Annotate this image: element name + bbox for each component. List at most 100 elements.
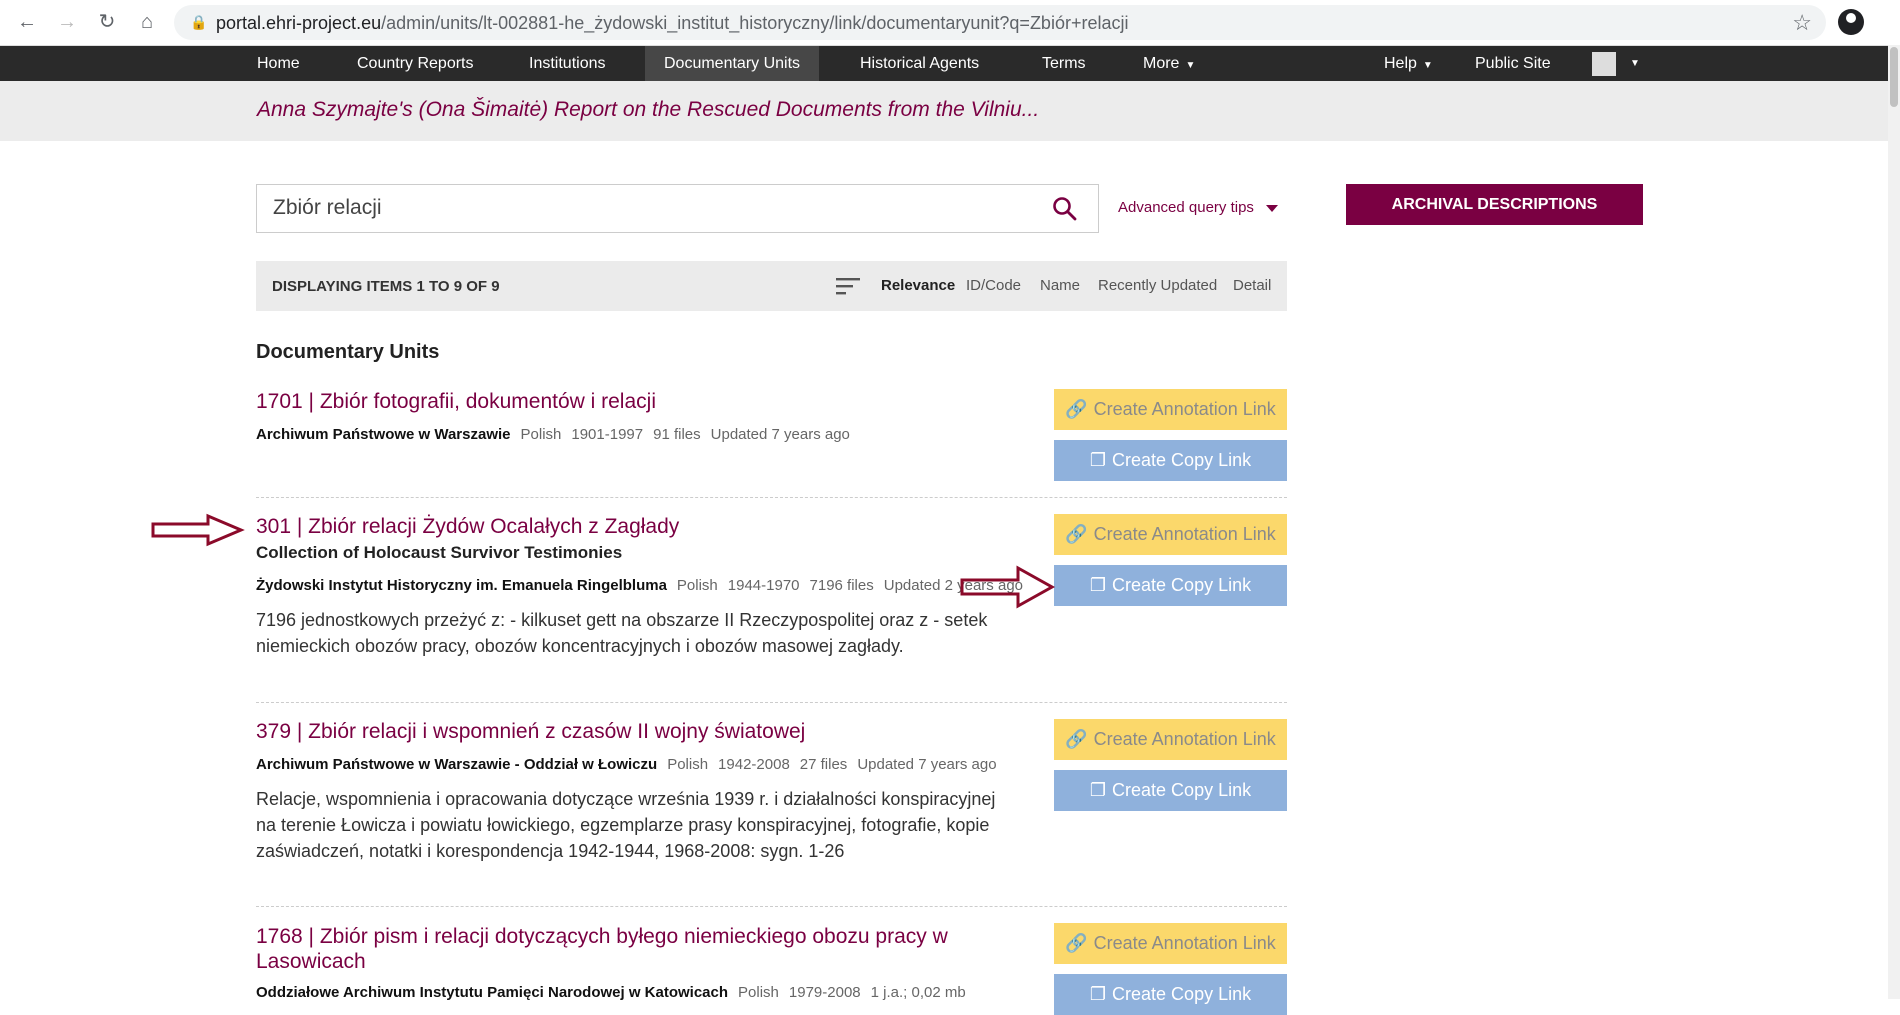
dates: 1979-2008	[788, 984, 861, 1001]
result-title-379[interactable]: 379 | Zbiór relacji i wspomnień z czasów…	[256, 719, 805, 744]
caret-down-icon	[1265, 204, 1278, 212]
create-copy-link-button[interactable]: ❐ Create Copy Link	[1054, 974, 1287, 1015]
language: Polish	[520, 426, 562, 443]
copy-button-label: Create Copy Link	[1112, 575, 1252, 595]
language: Polish	[667, 756, 709, 773]
top-navbar: Home Country Reports Institutions Docume…	[0, 46, 1888, 81]
divider	[256, 906, 1287, 907]
annotation-button-label: Create Annotation Link	[1093, 729, 1276, 749]
advanced-query-tips-label: Advanced query tips	[1118, 199, 1254, 216]
result-description: Relacje, wspomnienia i opracowania dotyc…	[256, 789, 996, 861]
user-avatar[interactable]	[1592, 52, 1616, 76]
institution-link[interactable]: Żydowski Instytut Historyczny im. Emanue…	[256, 577, 667, 594]
copy-button-label: Create Copy Link	[1112, 984, 1252, 1004]
language: Polish	[738, 984, 779, 1001]
link-icon: 🔗	[1065, 524, 1088, 544]
profile-icon[interactable]	[1838, 9, 1864, 35]
bookmark-star-icon[interactable]: ☆	[1792, 10, 1812, 36]
result-meta: Żydowski Instytut Historyczny im. Emanue…	[256, 577, 1033, 594]
back-icon[interactable]: ←	[14, 9, 40, 35]
search-box	[256, 184, 1099, 233]
divider	[256, 497, 1287, 498]
result-title-1701[interactable]: 1701 | Zbiór fotografii, dokumentów i re…	[256, 389, 656, 414]
archival-descriptions-button[interactable]: ARCHIVAL DESCRIPTIONS	[1346, 184, 1643, 225]
sort-relevance[interactable]: Relevance	[881, 277, 955, 294]
link-icon: 🔗	[1065, 933, 1088, 953]
nav-more[interactable]: More ▼	[1124, 46, 1214, 81]
red-arrow-icon	[960, 565, 1056, 609]
institution-link[interactable]: Archiwum Państwowe w Warszawie	[256, 426, 511, 443]
nav-help-label: Help	[1384, 55, 1417, 72]
dates: 1942-2008	[718, 756, 790, 773]
divider	[256, 702, 1287, 703]
copy-icon: ❐	[1089, 984, 1107, 1004]
file-count: 7196 files	[809, 577, 874, 594]
nav-more-label: More	[1143, 55, 1180, 72]
sort-name[interactable]: Name	[1040, 277, 1080, 294]
updated-time: Updated 7 years ago	[710, 426, 850, 443]
url-text: portal.ehri-project.eu/admin/units/lt-00…	[216, 13, 1129, 33]
result-subtitle: Collection of Holocaust Survivor Testimo…	[256, 543, 623, 562]
scrollbar[interactable]	[1888, 45, 1900, 999]
nav-documentary-units[interactable]: Documentary Units	[645, 46, 820, 81]
forward-icon[interactable]: →	[54, 9, 80, 35]
copy-icon: ❐	[1089, 780, 1107, 800]
file-count: 27 files	[799, 756, 848, 773]
nav-home[interactable]: Home	[238, 46, 319, 81]
sort-detail[interactable]: Detail	[1233, 277, 1271, 294]
nav-terms[interactable]: Terms	[1023, 46, 1105, 81]
result-meta: Oddziałowe Archiwum Instytutu Pamięci Na…	[256, 984, 976, 1001]
language: Polish	[676, 577, 718, 594]
annotation-button-label: Create Annotation Link	[1093, 524, 1276, 544]
sort-id-code[interactable]: ID/Code	[966, 277, 1021, 294]
search-icon[interactable]	[1052, 196, 1078, 222]
advanced-query-tips[interactable]: Advanced query tips	[1118, 199, 1278, 216]
result-description: 7196 jednostkowych przeżyć z: - kilkuset…	[256, 610, 988, 656]
nav-help[interactable]: Help ▼	[1365, 46, 1452, 81]
results-bar: DISPLAYING ITEMS 1 TO 9 OF 9 Relevance I…	[256, 261, 1287, 311]
create-annotation-link-button[interactable]: 🔗 Create Annotation Link	[1054, 719, 1287, 760]
caret-down-icon: ▼	[1422, 60, 1433, 71]
nav-historical-agents[interactable]: Historical Agents	[841, 46, 998, 81]
sort-recently-updated[interactable]: Recently Updated	[1098, 277, 1217, 294]
create-annotation-link-button[interactable]: 🔗 Create Annotation Link	[1054, 923, 1287, 964]
annotation-button-label: Create Annotation Link	[1093, 933, 1276, 953]
results-count: DISPLAYING ITEMS 1 TO 9 OF 9	[272, 278, 500, 295]
reload-icon[interactable]: ↻	[94, 9, 120, 35]
section-title: Documentary Units	[256, 341, 440, 363]
result-title-301[interactable]: 301 | Zbiór relacji Żydów Ocalałych z Za…	[256, 514, 679, 539]
scrollbar-thumb[interactable]	[1890, 47, 1898, 107]
result-title-1768[interactable]: 1768 | Zbiór pism i relacji dotyczących …	[256, 924, 1016, 974]
red-arrow-icon	[151, 513, 245, 547]
copy-button-label: Create Copy Link	[1112, 450, 1252, 470]
institution-link[interactable]: Oddziałowe Archiwum Instytutu Pamięci Na…	[256, 984, 728, 1001]
context-title: Anna Szymajte's (Ona Šimaitė) Report on …	[257, 98, 1040, 121]
result-meta: Archiwum Państwowe w Warszawie - Oddział…	[256, 756, 1007, 773]
caret-down-icon: ▼	[1185, 60, 1196, 71]
lock-icon: 🔒	[190, 14, 208, 30]
nav-country-reports[interactable]: Country Reports	[338, 46, 493, 81]
create-annotation-link-button[interactable]: 🔗 Create Annotation Link	[1054, 514, 1287, 555]
link-icon: 🔗	[1065, 729, 1088, 749]
browser-chrome: ← → ↻ ⌂ 🔒 portal.ehri-project.eu/admin/u…	[0, 0, 1900, 46]
context-header: Anna Szymajte's (Ona Šimaitė) Report on …	[0, 81, 1888, 141]
nav-institutions[interactable]: Institutions	[510, 46, 624, 81]
search-input[interactable]	[271, 195, 1035, 221]
annotation-button-label: Create Annotation Link	[1093, 399, 1276, 419]
caret-down-icon[interactable]: ▼	[1630, 46, 1640, 81]
dates: 1901-1997	[571, 426, 644, 443]
home-icon[interactable]: ⌂	[134, 9, 160, 35]
nav-public-site[interactable]: Public Site	[1456, 46, 1570, 81]
file-count: 91 files	[653, 426, 701, 443]
sort-icon	[836, 278, 860, 295]
copy-icon: ❐	[1089, 575, 1107, 595]
create-annotation-link-button[interactable]: 🔗 Create Annotation Link	[1054, 389, 1287, 430]
create-copy-link-button[interactable]: ❐ Create Copy Link	[1054, 565, 1287, 606]
copy-icon: ❐	[1089, 450, 1107, 470]
institution-link[interactable]: Archiwum Państwowe w Warszawie - Oddział…	[256, 756, 657, 773]
create-copy-link-button[interactable]: ❐ Create Copy Link	[1054, 440, 1287, 481]
link-icon: 🔗	[1065, 399, 1088, 419]
create-copy-link-button[interactable]: ❐ Create Copy Link	[1054, 770, 1287, 811]
updated-time: Updated 7 years ago	[857, 756, 997, 773]
address-bar[interactable]: 🔒 portal.ehri-project.eu/admin/units/lt-…	[174, 5, 1826, 40]
